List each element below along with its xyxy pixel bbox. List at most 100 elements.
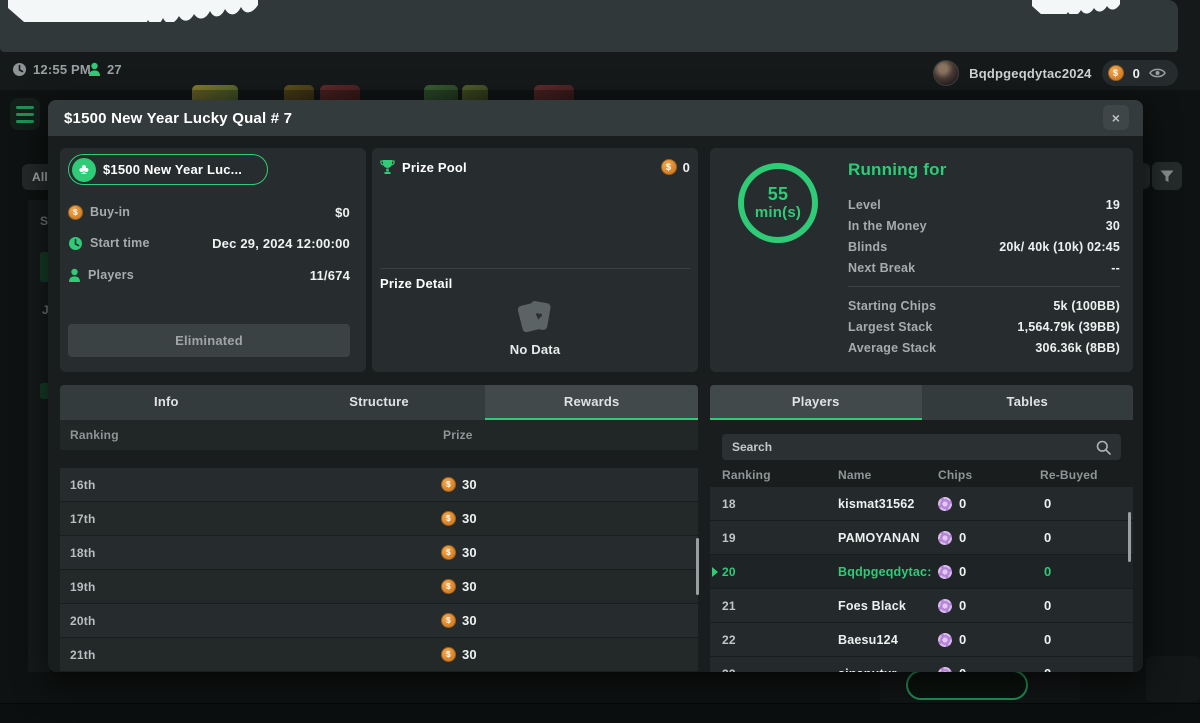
table-row[interactable]: 21th30	[60, 638, 698, 671]
blinds-label: Blinds	[848, 240, 887, 254]
chip-icon	[938, 667, 952, 673]
rewards-header-ranking: Ranking	[70, 428, 119, 442]
buyin-value: $0	[335, 205, 350, 220]
coin-icon	[441, 647, 456, 662]
players-header-ranking: Ranking	[722, 468, 771, 482]
buyin-label: Buy-in	[90, 205, 130, 219]
rewards-scrollbar[interactable]	[696, 538, 699, 595]
table-row[interactable]: 19th30	[60, 570, 698, 603]
level-label: Level	[848, 198, 881, 212]
tab-structure[interactable]: Structure	[273, 385, 486, 420]
coin-icon	[661, 159, 677, 175]
players-header-name: Name	[838, 468, 871, 482]
players-table-header: Ranking Name Chips Re-Buyed	[710, 464, 1133, 487]
rewards-table-header: Ranking Prize	[60, 420, 698, 450]
running-rows: Level 19 In the Money 30 Blinds 20k/ 40k (1…	[848, 194, 1120, 278]
chip-icon	[938, 497, 952, 511]
coin-icon	[441, 477, 456, 492]
itm-label: In the Money	[848, 219, 927, 233]
running-for-title: Running for	[848, 160, 947, 180]
prize-pool-row: Prize Pool 0	[380, 158, 690, 176]
coin-icon	[441, 579, 456, 594]
chip-icon	[938, 599, 952, 613]
start-time-value: Dec 29, 2024 12:00:00	[212, 236, 350, 251]
tournament-selector[interactable]: ♣ $1500 New Year Luc...	[68, 154, 268, 185]
next-break-value: --	[1111, 261, 1120, 275]
next-break-label: Next Break	[848, 261, 915, 275]
chip-icon	[938, 633, 952, 647]
table-row[interactable]: 19 PAMOYANAN 0 0	[710, 521, 1133, 554]
app-root: 12:55 PM 27 Bqdpgeqdytac2024 0 All S J	[0, 0, 1200, 723]
rewards-table: 16th30 17th30 18th30 19th30 20th30 21th3…	[60, 468, 698, 672]
table-row[interactable]: 18th30	[60, 536, 698, 569]
chip-icon	[938, 531, 952, 545]
close-button[interactable]: ×	[1103, 105, 1129, 130]
tournament-modal: $1500 New Year Lucky Qual # 7 × ♣ $1500 …	[48, 100, 1143, 672]
clock-icon	[68, 236, 83, 251]
bottom-strip	[0, 703, 1200, 723]
eliminated-button[interactable]: Eliminated	[68, 324, 350, 357]
divider	[380, 268, 690, 269]
stack-stats: Starting Chips 5k (100BB) Largest Stack 1,…	[848, 295, 1120, 358]
table-row[interactable]: 21 Foes Black 0 0	[710, 589, 1133, 622]
prize-panel: Prize Pool 0 Prize Detail ♥ No Data	[372, 148, 698, 372]
table-row[interactable]: 17th30	[60, 502, 698, 535]
players-header-chips: Chips	[938, 468, 972, 482]
no-data-block: ♥ No Data	[372, 300, 698, 357]
no-data-text: No Data	[510, 342, 561, 357]
players-row: Players 11/674	[68, 267, 350, 283]
current-user-marker-icon	[712, 567, 718, 577]
table-row[interactable]: 16th30	[60, 468, 698, 501]
modal-header: $1500 New Year Lucky Qual # 7 ×	[48, 100, 1143, 136]
timer-unit: min(s)	[755, 204, 801, 221]
table-row[interactable]: 20th30	[60, 604, 698, 637]
players-label: Players	[88, 268, 134, 282]
coin-icon	[68, 205, 83, 220]
search-input[interactable]	[722, 440, 1096, 454]
table-row[interactable]: 18 kismat31562 0 0	[710, 487, 1133, 520]
table-row-current-user[interactable]: 20 Bqdpgeqdytac: 0 0	[710, 555, 1133, 588]
trophy-icon	[380, 159, 395, 175]
tournament-name: $1500 New Year Luc...	[103, 162, 242, 177]
prize-detail-label: Prize Detail	[380, 276, 453, 291]
players-scrollbar[interactable]	[1128, 512, 1131, 562]
side-tabs: Players Tables	[710, 385, 1133, 420]
player-search[interactable]	[722, 434, 1121, 460]
cards-icon: ♥	[518, 300, 552, 334]
club-logo-icon: ♣	[72, 158, 96, 182]
search-icon	[1096, 440, 1111, 455]
starting-chips-value: 5k (100BB)	[1053, 299, 1120, 313]
coin-icon	[441, 545, 456, 560]
average-stack-label: Average Stack	[848, 341, 936, 355]
start-time-label: Start time	[90, 236, 150, 250]
chip-icon	[938, 565, 952, 579]
blinds-value: 20k/ 40k (10k) 02:45	[999, 240, 1120, 254]
largest-stack-label: Largest Stack	[848, 320, 933, 334]
timer-ring: 55 min(s)	[738, 163, 818, 243]
largest-stack-value: 1,564.79k (39BB)	[1017, 320, 1120, 334]
average-stack-value: 306.36k (8BB)	[1035, 341, 1120, 355]
divider	[848, 286, 1120, 287]
itm-value: 30	[1106, 219, 1120, 233]
players-table: 18 kismat31562 0 0 19 PAMOYANAN 0 0 20 B…	[710, 487, 1133, 672]
starting-chips-label: Starting Chips	[848, 299, 936, 313]
tab-info[interactable]: Info	[60, 385, 273, 420]
coin-icon	[441, 511, 456, 526]
rewards-header-prize: Prize	[443, 428, 473, 442]
table-row[interactable]: 22 Baesu124 0 0	[710, 623, 1133, 656]
tab-rewards[interactable]: Rewards	[485, 385, 698, 420]
table-row[interactable]: 23 sinaputur 0 0	[710, 657, 1133, 672]
running-panel: 55 min(s) Running for Level 19 In the Mon…	[710, 148, 1133, 372]
timer-value: 55	[768, 185, 788, 204]
prize-pool-label: Prize Pool	[402, 160, 467, 175]
level-value: 19	[1106, 198, 1120, 212]
players-value: 11/674	[310, 268, 350, 283]
start-time-row: Start time Dec 29, 2024 12:00:00	[68, 235, 350, 251]
tab-tables[interactable]: Tables	[922, 385, 1134, 420]
players-header-rebuyed: Re-Buyed	[1040, 468, 1098, 482]
tab-players[interactable]: Players	[710, 385, 922, 420]
prize-pool-value: 0	[683, 160, 690, 175]
info-tabs: Info Structure Rewards	[60, 385, 698, 420]
modal-title: $1500 New Year Lucky Qual # 7	[64, 110, 292, 127]
coin-icon	[441, 613, 456, 628]
